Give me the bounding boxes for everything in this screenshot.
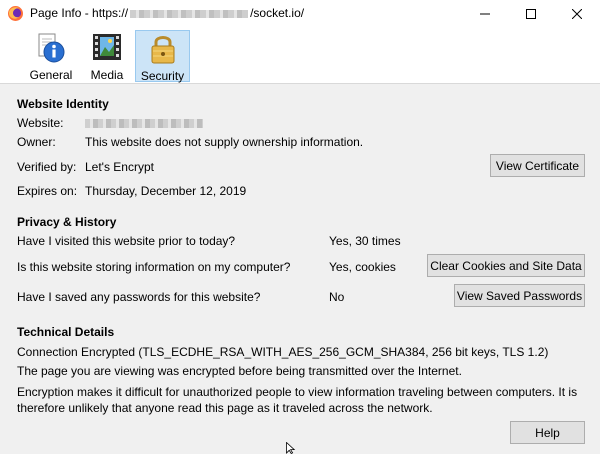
- tab-media-label: Media: [90, 68, 124, 82]
- minimize-button[interactable]: [462, 0, 508, 28]
- storing-answer: Yes, cookies: [329, 260, 396, 274]
- verified-by-value: Let's Encrypt: [85, 160, 154, 174]
- expires-on-value: Thursday, December 12, 2019: [85, 184, 247, 198]
- redacted-host: [130, 9, 249, 18]
- encryption-explanation-line1: Encryption makes it difficult for unauth…: [17, 385, 578, 399]
- title-prefix: Page Info - https://: [30, 6, 129, 20]
- close-button[interactable]: [554, 0, 600, 28]
- tab-toolbar: General Media Security: [0, 28, 600, 84]
- expires-on-label: Expires on:: [17, 184, 78, 198]
- title-bar[interactable]: Page Info - https:// /socket.io/: [0, 0, 600, 28]
- tab-media[interactable]: Media: [86, 30, 128, 82]
- view-certificate-button[interactable]: View Certificate: [490, 154, 585, 177]
- tab-general-label: General: [29, 68, 73, 82]
- passwords-question: Have I saved any passwords for this webs…: [17, 290, 261, 304]
- encrypted-transmission-text: The page you are viewing was encrypted b…: [17, 364, 462, 378]
- encryption-explanation-line2: therefore unlikely that anyone read this…: [17, 401, 433, 415]
- visited-question: Have I visited this website prior to tod…: [17, 234, 236, 248]
- redacted-website-value: [85, 119, 203, 128]
- view-saved-passwords-button[interactable]: View Saved Passwords: [454, 284, 585, 307]
- tab-general[interactable]: General: [28, 30, 74, 82]
- lock-icon: [151, 36, 174, 64]
- privacy-history-heading: Privacy & History: [17, 215, 117, 229]
- info-icon: [38, 33, 65, 63]
- window-title: Page Info - https:// /socket.io/: [30, 6, 304, 20]
- connection-encrypted-text: Connection Encrypted (TLS_ECDHE_RSA_WITH…: [17, 345, 549, 359]
- tab-security[interactable]: Security: [135, 30, 190, 83]
- title-suffix: /socket.io/: [250, 6, 305, 20]
- storing-question: Is this website storing information on m…: [17, 260, 291, 274]
- website-label: Website:: [17, 116, 64, 130]
- mouse-cursor-icon: [286, 442, 296, 454]
- minimize-icon: [480, 13, 490, 15]
- maximize-icon: [526, 9, 536, 19]
- owner-label: Owner:: [17, 135, 56, 149]
- security-panel: Website Identity Website: Owner: This we…: [0, 84, 600, 454]
- maximize-button[interactable]: [508, 0, 554, 28]
- help-button[interactable]: Help: [510, 421, 585, 444]
- media-icon: [93, 34, 121, 60]
- clear-cookies-button[interactable]: Clear Cookies and Site Data: [427, 254, 585, 277]
- owner-value: This website does not supply ownership i…: [85, 135, 364, 149]
- verified-by-label: Verified by:: [17, 160, 77, 174]
- close-icon: [572, 9, 582, 19]
- firefox-icon: [8, 6, 23, 21]
- website-identity-heading: Website Identity: [17, 97, 109, 111]
- tab-security-label: Security: [140, 69, 185, 83]
- visited-answer: Yes, 30 times: [329, 234, 401, 248]
- page-info-window: Page Info - https:// /socket.io/ General: [0, 0, 600, 454]
- technical-details-heading: Technical Details: [17, 325, 115, 339]
- passwords-answer: No: [329, 290, 345, 304]
